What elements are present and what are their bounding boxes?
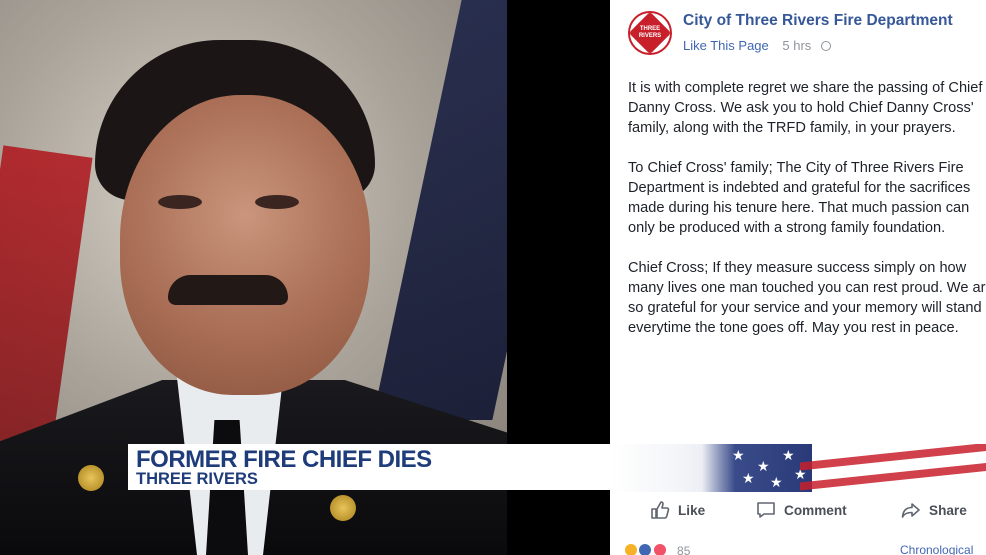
facebook-post: THREE RIVERS City of Three Rivers Fire D… [610, 0, 986, 555]
share-label: Share [929, 502, 967, 518]
right-eye [255, 195, 299, 209]
comment-icon [757, 502, 775, 518]
post-paragraph: Chief Cross; If they measure success sim… [628, 260, 986, 336]
uniform-button [78, 465, 104, 491]
like-button[interactable]: Like [650, 500, 705, 520]
post-actions: Like Comment Share [610, 496, 986, 526]
blue-flag-background [372, 0, 507, 420]
post-timestamp[interactable]: 5 hrs [782, 38, 811, 53]
mustache [168, 275, 288, 305]
left-eye [158, 195, 202, 209]
reactions-summary[interactable]: 85 [624, 543, 690, 555]
post-paragraph: It is with complete regret we share the … [628, 80, 983, 136]
like-reaction-icon [638, 543, 653, 555]
comment-button[interactable]: Comment [756, 500, 847, 520]
fire-department-logo[interactable]: THREE RIVERS [628, 11, 672, 55]
thumbs-up-icon [651, 501, 670, 519]
like-page-link[interactable]: Like This Page [683, 38, 769, 53]
flag-stars: ★ ★ ★ ★ ★ ★ [702, 444, 812, 492]
love-reaction-icon [652, 543, 667, 555]
location-subline: THREE RIVERS [136, 470, 258, 488]
share-button[interactable]: Share [901, 500, 967, 520]
flag-banner: ★ ★ ★ ★ ★ ★ [610, 444, 986, 492]
comment-label: Comment [784, 502, 847, 518]
globe-icon [820, 41, 831, 51]
share-icon [901, 503, 920, 518]
page-name-link[interactable]: City of Three Rivers Fire Department [683, 12, 953, 30]
logo-text: THREE RIVERS [638, 26, 662, 39]
reaction-count: 85 [677, 544, 691, 555]
news-lower-third: FORMER FIRE CHIEF DIES THREE RIVERS [128, 444, 610, 490]
post-paragraph: To Chief Cross' family; The City of Thre… [628, 160, 971, 236]
uniform-button [330, 495, 356, 521]
comment-sort-dropdown[interactable]: Chronological [900, 543, 973, 555]
post-text: It is with complete regret we share the … [628, 78, 986, 358]
post-meta: Like This Page 5 hrs [683, 38, 831, 53]
face [120, 95, 370, 395]
like-label: Like [678, 502, 706, 518]
haha-reaction-icon [624, 543, 638, 555]
